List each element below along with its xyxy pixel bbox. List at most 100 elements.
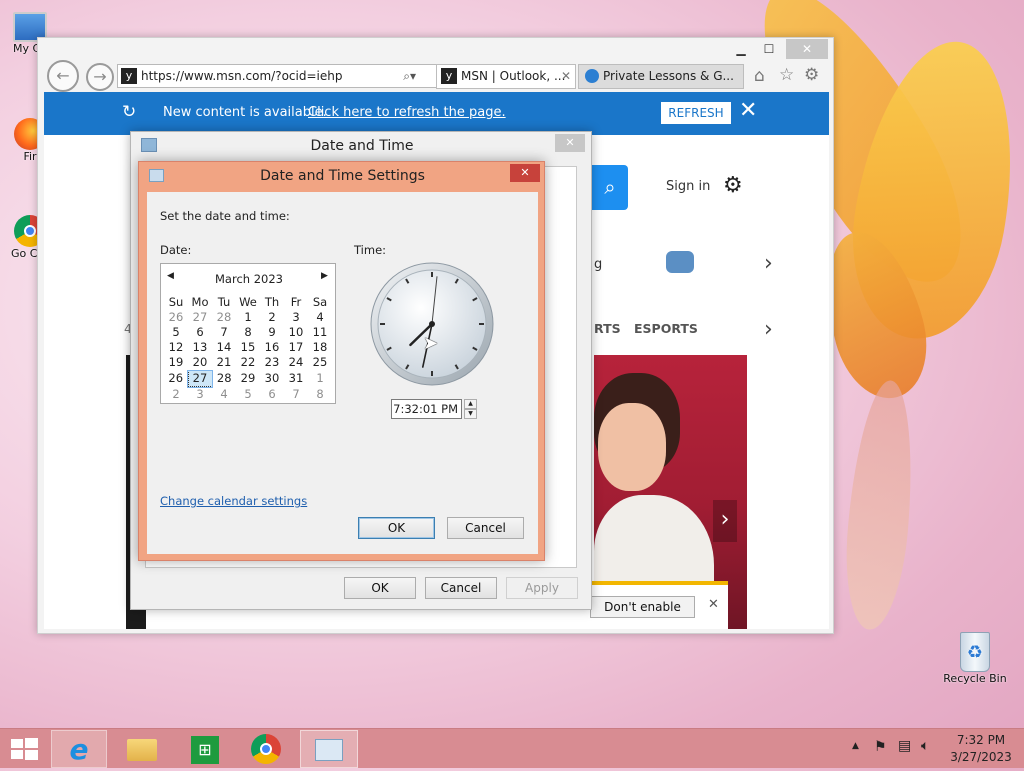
calendar-day[interactable]: 27 [188, 310, 212, 325]
calendar-day[interactable]: 17 [284, 340, 308, 355]
maximize-button[interactable]: ☐ [756, 39, 782, 59]
taskbar-chrome[interactable] [238, 730, 294, 768]
calendar-day[interactable]: 11 [308, 325, 332, 340]
calendar-day[interactable]: 6 [188, 325, 212, 340]
calendar-day[interactable]: 3 [188, 387, 212, 403]
calendar-day[interactable]: 5 [236, 387, 260, 403]
calendar-day[interactable]: 7 [284, 387, 308, 403]
calendar-day[interactable]: 8 [236, 325, 260, 340]
show-hidden-icons[interactable]: ▲ [852, 741, 859, 751]
nav-item-rts[interactable]: RTS [594, 321, 621, 336]
time-spin-up-icon[interactable]: ▲ [464, 399, 477, 409]
dialog-apply-button[interactable]: Apply [506, 577, 578, 599]
calendar-day[interactable]: 8 [308, 387, 332, 403]
calendar-day[interactable]: 30 [260, 371, 284, 387]
nav-next-icon[interactable]: › [764, 317, 773, 342]
calendar-day[interactable]: 1 [308, 371, 332, 387]
tab-close-icon[interactable]: ✕ [561, 65, 571, 88]
calendar-day[interactable]: 22 [236, 355, 260, 371]
tab-label: MSN | Outlook, ... [461, 69, 566, 83]
nav-item-esports[interactable]: ESPORTS [634, 321, 698, 336]
network-icon[interactable]: ▤ [898, 738, 911, 754]
calendar-day[interactable]: 23 [260, 355, 284, 371]
favorites-star-icon[interactable]: ☆ [779, 65, 794, 85]
taskbar-store[interactable]: ⊞ [177, 730, 233, 768]
calendar-day[interactable]: 4 [212, 387, 236, 403]
calendar-day[interactable]: 1 [236, 310, 260, 325]
sign-in-link[interactable]: Sign in [666, 179, 710, 194]
time-spin-down-icon[interactable]: ▼ [464, 409, 477, 419]
calendar-day[interactable]: 4 [308, 310, 332, 325]
clock-date[interactable]: 3/27/2023 [948, 750, 1014, 764]
minimize-button[interactable]: ▁ [728, 39, 754, 59]
calendar-day[interactable]: 19 [164, 355, 188, 371]
dont-enable-button[interactable]: Don't enable [590, 596, 695, 618]
time-label: Time: [354, 243, 387, 257]
settings-cancel-button[interactable]: Cancel [447, 517, 524, 539]
forward-button[interactable]: → [86, 63, 114, 91]
calendar-day[interactable]: 2 [260, 310, 284, 325]
settings-icon[interactable]: ⚙ [723, 173, 743, 198]
calendar-day[interactable]: 26 [164, 371, 188, 387]
carousel-next-icon[interactable]: › [764, 251, 773, 276]
change-calendar-settings-link[interactable]: Change calendar settings [160, 494, 307, 508]
dialog-close-button[interactable]: ✕ [510, 164, 540, 182]
calendar-day[interactable]: 7 [212, 325, 236, 340]
taskbar-date-time[interactable] [300, 730, 358, 768]
calendar-day[interactable]: 2 [164, 387, 188, 403]
banner-refresh-link[interactable]: Click here to refresh the page. [308, 105, 506, 120]
home-icon[interactable]: ⌂ [754, 66, 765, 86]
calendar-day[interactable]: 9 [260, 325, 284, 340]
tab-private-lessons[interactable]: Private Lessons & G... [578, 64, 744, 89]
calendar-day[interactable]: 25 [308, 355, 332, 371]
dialog-ok-button[interactable]: OK [344, 577, 416, 599]
date-time-settings-dialog: Date and Time Settings ✕ Set the date an… [138, 161, 545, 561]
weekday-header: Mo [191, 295, 209, 309]
calendar-day[interactable]: 5 [164, 325, 188, 340]
clock-time[interactable]: 7:32 PM [948, 733, 1014, 747]
address-bar[interactable]: yhttps://www.msn.com/?ocid=iehp ⌕▾ 🔒︎ ↻ [117, 64, 469, 88]
volume-muted-icon[interactable]: 🔈︎ [921, 738, 929, 754]
calendar-day-selected[interactable]: 27 [187, 369, 213, 388]
desktop-icon-recycle-bin[interactable]: ♻ Recycle Bin [940, 632, 1010, 685]
calendar-day[interactable]: 21 [212, 355, 236, 371]
settings-body: Set the date and time: Date: Time: ◀ Mar… [147, 192, 538, 554]
dialog-close-button[interactable]: ✕ [555, 134, 585, 152]
taskbar-explorer[interactable] [114, 730, 170, 768]
calendar-month[interactable]: March 2023 [161, 272, 337, 286]
calendar-day[interactable]: 18 [308, 340, 332, 355]
calendar-day[interactable]: 14 [212, 340, 236, 355]
calendar-day[interactable]: 6 [260, 387, 284, 403]
banner-close-icon[interactable]: ✕ [739, 99, 757, 123]
calendar-day[interactable]: 13 [188, 340, 212, 355]
tab-label: Private Lessons & G... [603, 69, 734, 83]
settings-gear-icon[interactable]: ⚙ [804, 65, 819, 85]
calendar-day[interactable]: 15 [236, 340, 260, 355]
calendar-day[interactable]: 16 [260, 340, 284, 355]
tab-msn[interactable]: y MSN | Outlook, ... ✕ [436, 64, 576, 89]
notification-close-icon[interactable]: ✕ [708, 597, 719, 612]
time-input[interactable]: 7:32:01 PM [391, 399, 462, 419]
calendar-day[interactable]: 20 [188, 355, 212, 371]
search-button[interactable]: ⌕ [592, 165, 628, 210]
calendar-day[interactable]: 31 [284, 371, 308, 387]
calendar-day[interactable]: 29 [236, 371, 260, 387]
calendar-day[interactable]: 12 [164, 340, 188, 355]
settings-ok-button[interactable]: OK [358, 517, 435, 539]
close-window-button[interactable]: ✕ [786, 39, 828, 59]
back-button[interactable]: ← [47, 60, 79, 92]
calendar-day[interactable]: 28 [212, 371, 236, 387]
search-dropdown-icon[interactable]: ⌕▾ [403, 65, 416, 87]
calendar-day[interactable]: 26 [164, 310, 188, 325]
calendar-day[interactable]: 24 [284, 355, 308, 371]
calendar-day[interactable]: 10 [284, 325, 308, 340]
taskbar-ie[interactable]: e [51, 730, 107, 768]
start-button[interactable] [0, 730, 48, 768]
dialog-cancel-button[interactable]: Cancel [425, 577, 497, 599]
calendar-day[interactable]: 28 [212, 310, 236, 325]
action-center-flag-icon[interactable]: ⚑ [874, 739, 887, 755]
next-month-icon[interactable]: ▶ [321, 271, 328, 281]
calendar-day[interactable]: 3 [284, 310, 308, 325]
banner-refresh-button[interactable]: REFRESH [661, 102, 731, 124]
calendar-grid: Su Mo Tu We Th Fr Sa 26 27 28 1 2 3 4 5 6 7 8 9 10 11 12 13 14… [164, 294, 333, 402]
